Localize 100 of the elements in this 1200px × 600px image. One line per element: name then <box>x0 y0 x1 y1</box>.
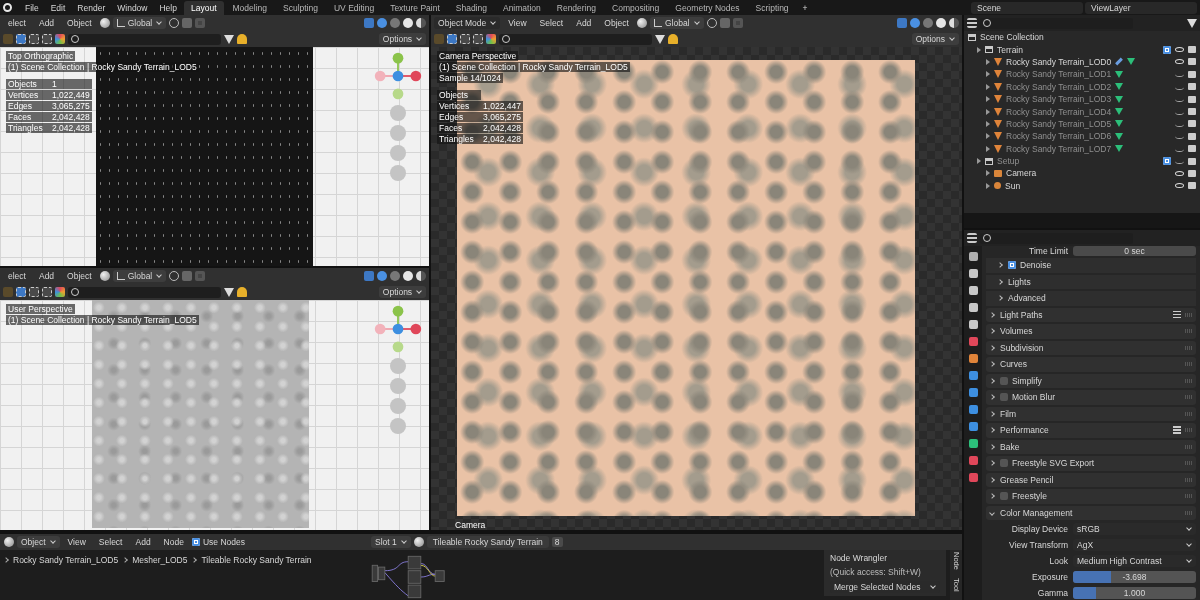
subpanel-header[interactable]: Denoise <box>1020 260 1052 271</box>
menu-item[interactable]: Render <box>72 1 111 14</box>
panel-header[interactable]: Bake <box>1000 441 1020 452</box>
menu-item[interactable]: Add <box>33 270 60 282</box>
checkbox[interactable] <box>191 538 200 546</box>
value-slider[interactable]: -3.698 <box>1073 571 1196 583</box>
workspace-tab[interactable]: Animation <box>495 0 548 15</box>
material-shading-icon[interactable] <box>949 18 959 28</box>
drag-handle-icon[interactable] <box>1185 411 1192 416</box>
scene-field[interactable]: Scene <box>971 1 1083 14</box>
colorful-cube-icon[interactable] <box>55 34 65 44</box>
outliner-item[interactable]: Camera <box>1006 168 1037 179</box>
subpanel-header[interactable]: Advanced <box>1008 293 1046 304</box>
drag-handle-icon[interactable] <box>1185 428 1192 433</box>
drag-handle-icon[interactable] <box>1185 362 1192 367</box>
outliner-item[interactable]: Rocky Sandy Terrain_LOD0 <box>1006 56 1112 67</box>
colorful-cube-icon[interactable] <box>55 287 65 297</box>
drag-handle-icon[interactable] <box>1185 378 1192 383</box>
panel-header[interactable]: Volumes <box>1000 326 1033 337</box>
drag-handle-icon[interactable] <box>1185 444 1192 449</box>
workspace-tab[interactable]: Layout <box>183 0 224 15</box>
object-dropdown[interactable]: Object <box>17 536 60 548</box>
wrench-icon[interactable] <box>1115 58 1124 66</box>
menu-item[interactable]: Select <box>93 536 128 548</box>
panel-header[interactable]: Light Paths <box>1000 309 1043 320</box>
material-shading-icon[interactable] <box>416 271 427 281</box>
outliner-item[interactable]: Rocky Sandy Terrain_LOD2 <box>1006 81 1112 92</box>
value-dropdown[interactable]: AgX <box>1073 539 1196 551</box>
breadcrumb[interactable]: Mesher_LOD5 <box>132 555 188 565</box>
menu-item[interactable]: View <box>62 536 91 548</box>
menu-item[interactable]: Add <box>33 17 60 29</box>
subpanel-header[interactable]: Lights <box>1008 276 1031 287</box>
outliner-item[interactable]: Rocky Sandy Terrain_LOD1 <box>1006 69 1112 80</box>
search-field[interactable] <box>980 17 1133 29</box>
outliner-item[interactable]: Rocky Sandy Terrain_LOD5 <box>1006 118 1112 129</box>
outliner-item[interactable]: Terrain <box>997 44 1023 55</box>
panel-header[interactable]: Film <box>1000 408 1017 419</box>
menu-item[interactable]: Object <box>599 17 634 29</box>
select-mode-icon[interactable] <box>460 34 471 44</box>
outliner-item[interactable]: Rocky Sandy Terrain_LOD7 <box>1006 143 1112 154</box>
shading-ball-icon[interactable] <box>99 271 110 281</box>
orientation-dropdown[interactable]: Global <box>649 17 704 29</box>
checkbox[interactable] <box>1000 393 1008 402</box>
filter-icon[interactable] <box>1187 18 1197 28</box>
orientation-dropdown[interactable]: Global <box>112 270 167 282</box>
material-sphere-icon[interactable] <box>413 537 424 547</box>
material-name-field[interactable]: Tileable Rocky Sandy Terrain <box>426 536 549 548</box>
display-mode-icon[interactable] <box>967 18 977 28</box>
menu-item[interactable]: Object <box>62 17 97 29</box>
menu-item[interactable]: Object <box>62 270 97 282</box>
panel-header[interactable]: Subdivision <box>1000 342 1044 353</box>
value-dropdown[interactable]: Medium High Contrast <box>1073 555 1196 567</box>
solid-shading-icon[interactable] <box>403 271 414 281</box>
panel-header[interactable]: Performance <box>1000 425 1049 436</box>
colorful-cube-icon[interactable] <box>486 34 497 44</box>
menu-item[interactable]: elect <box>3 17 31 29</box>
drag-handle-icon[interactable] <box>1185 329 1192 334</box>
blender-logo-icon[interactable] <box>3 3 12 12</box>
material-shading-icon[interactable] <box>416 18 427 28</box>
drag-handle-icon[interactable] <box>1185 461 1192 466</box>
breadcrumb[interactable]: Rocky Sandy Terrain_LOD5 <box>13 555 119 565</box>
presets-icon[interactable] <box>1173 426 1181 435</box>
user-count[interactable]: 8 <box>551 537 563 547</box>
select-box-icon[interactable] <box>447 34 458 44</box>
shading-ball-icon[interactable] <box>636 18 647 28</box>
options-dropdown[interactable]: Options <box>911 33 959 45</box>
select-mode-icon[interactable] <box>473 34 484 44</box>
checkbox[interactable] <box>1000 376 1008 385</box>
panel-header[interactable]: Motion Blur <box>1012 392 1055 403</box>
time-limit-field[interactable]: 0 sec <box>1073 246 1196 256</box>
drag-handle-icon[interactable] <box>1185 395 1192 400</box>
drag-handle-icon[interactable] <box>1185 510 1192 515</box>
checkbox[interactable] <box>1000 459 1008 468</box>
search-field[interactable] <box>68 286 221 298</box>
solid-shading-icon[interactable] <box>403 18 414 28</box>
workspace-tab[interactable]: Compositing <box>605 0 667 15</box>
outliner-item[interactable]: Setup <box>997 156 1020 167</box>
bell-icon[interactable] <box>668 34 679 44</box>
search-field[interactable] <box>68 33 221 45</box>
menu-item[interactable]: Edit <box>45 1 71 14</box>
panel-title[interactable]: Node Wrangler <box>830 553 887 563</box>
checkbox[interactable] <box>1008 261 1016 270</box>
select-box-icon[interactable] <box>16 287 26 297</box>
bell-icon[interactable] <box>237 287 247 297</box>
menu-item[interactable]: View <box>503 17 532 29</box>
drag-handle-icon[interactable] <box>1185 494 1192 499</box>
workspace-tab[interactable]: Sculpting <box>276 0 325 15</box>
workspace-tab[interactable]: Geometry Nodes <box>668 0 747 15</box>
panel-header[interactable]: Freestyle <box>1012 491 1047 502</box>
view-layer-field[interactable]: ViewLayer <box>1085 1 1197 14</box>
breadcrumb[interactable]: Tileable Rocky Sandy Terrain <box>201 555 312 565</box>
search-field[interactable] <box>980 232 1133 244</box>
menu-item[interactable]: Add <box>571 17 597 29</box>
workspace-tab[interactable]: UV Editing <box>326 0 382 15</box>
slot-dropdown[interactable]: Slot 1 <box>371 536 411 548</box>
value-slider[interactable]: 1.000 <box>1073 587 1196 599</box>
outliner-item[interactable]: Rocky Sandy Terrain_LOD6 <box>1006 131 1112 142</box>
workspace-tab[interactable]: Scripting <box>748 0 796 15</box>
outliner-item[interactable]: Rocky Sandy Terrain_LOD4 <box>1006 106 1112 117</box>
menu-item[interactable]: Select <box>534 17 569 29</box>
